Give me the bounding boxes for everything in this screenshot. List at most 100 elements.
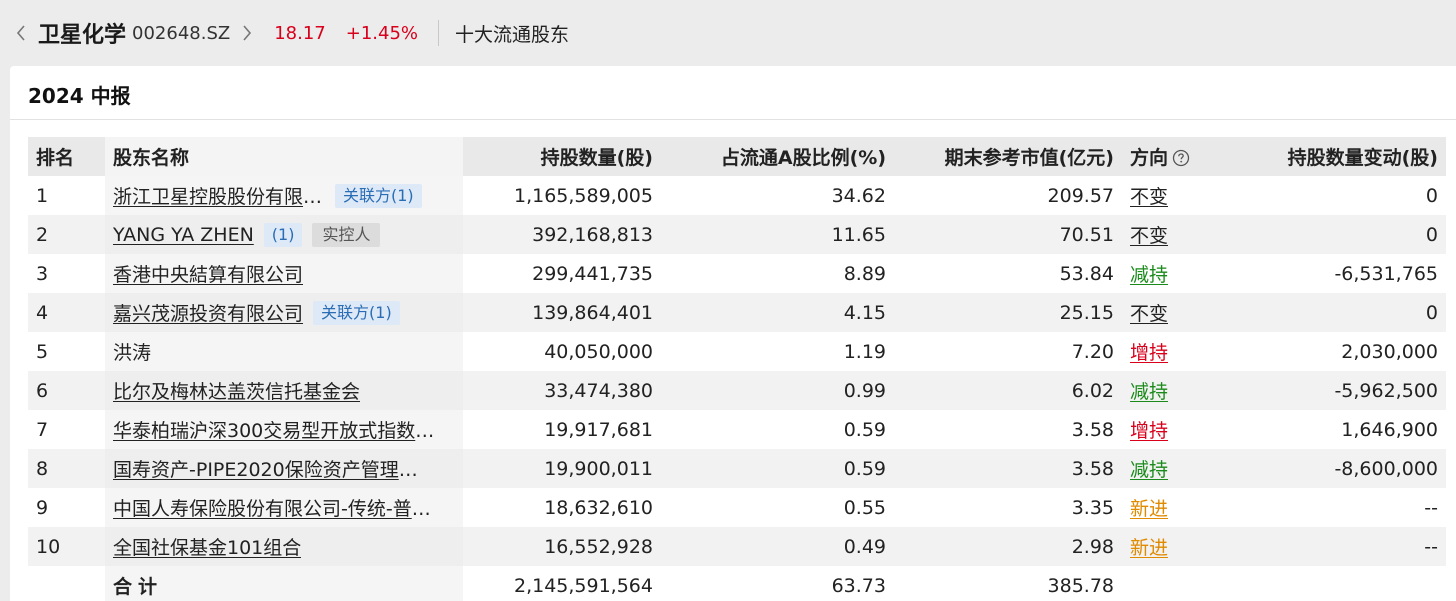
ratio-cell: 4.15 — [661, 293, 894, 332]
value-cell: 209.57 — [1047, 184, 1114, 207]
rank-cell: 1 — [36, 184, 49, 207]
total-value-cell: 385.78 — [1047, 574, 1114, 597]
direction-link[interactable]: 减持 — [1130, 264, 1168, 286]
related-party-tag[interactable]: 关联方(1) — [335, 183, 422, 208]
change-cell: -6,531,765 — [1334, 262, 1438, 285]
direction-cell: 减持 — [1122, 371, 1222, 410]
holder-name-cell: 香港中央結算有限公司 — [105, 254, 463, 293]
direction-link[interactable]: 新进 — [1130, 498, 1168, 520]
holder-name-link[interactable]: 香港中央結算有限公司 — [113, 260, 303, 287]
shares-cell: 33,474,380 — [463, 371, 661, 410]
related-count-tag[interactable]: (1) — [263, 222, 303, 247]
holder-name-link[interactable]: 华泰柏瑞沪深300交易型开放式指数证券投资基金 — [113, 416, 435, 443]
rank-cell: 9 — [36, 496, 49, 519]
shares-cell: 1,165,589,005 — [513, 184, 653, 207]
shares-cell: 392,168,813 — [463, 215, 661, 254]
table-row: 2 YANG YA ZHEN (1) 实控人 392,168,813 11.65 7… — [28, 215, 1446, 254]
holder-name-link[interactable]: 国寿资产-PIPE2020保险资产管理产品 — [113, 455, 435, 482]
direction-cell: 不变 — [1122, 176, 1222, 215]
direction-cell: 不变 — [1122, 293, 1222, 332]
chevron-right-icon[interactable] — [240, 21, 254, 45]
col-header-name: 股东名称 — [105, 137, 463, 176]
rank-cell: 7 — [36, 418, 49, 441]
holder-name-cell: 全国社保基金101组合 — [105, 527, 463, 566]
header-divider — [438, 20, 440, 46]
value-cell: 7.20 — [1071, 340, 1114, 363]
value-cell: 6.02 — [894, 371, 1122, 410]
direction-link[interactable]: 减持 — [1130, 459, 1168, 481]
shares-cell: 19,917,681 — [544, 418, 653, 441]
ratio-cell: 0.55 — [843, 496, 886, 519]
value-cell: 70.51 — [894, 215, 1122, 254]
stock-name: 卫星化学 — [38, 23, 127, 48]
rank-cell: 6 — [28, 371, 105, 410]
holder-name-link[interactable]: 浙江卫星控股股份有限公司 — [113, 182, 325, 209]
page-title: 十大流通股东 — [455, 23, 570, 46]
col-header-direction: 方向 — [1122, 137, 1222, 176]
holder-name-cell: 浙江卫星控股股份有限公司 关联方(1) — [105, 176, 463, 215]
direction-link[interactable]: 减持 — [1130, 381, 1168, 403]
rank-cell: 3 — [36, 262, 49, 285]
holders-panel: 2024 中报 排名 股东名称 持股数量(股) 占流通A股比例(%) 期末参考市… — [10, 66, 1456, 601]
direction-cell: 增持 — [1122, 332, 1222, 371]
holder-name-cell: YANG YA ZHEN (1) 实控人 — [105, 215, 463, 254]
direction-cell: 新进 — [1122, 488, 1222, 527]
shares-cell: 19,900,011 — [463, 449, 661, 488]
table-row: 9 中国人寿保险股份有限公司-传统-普通保险产品 18,632,610 0.55… — [28, 488, 1446, 527]
total-ratio-cell: 63.73 — [831, 574, 886, 597]
stock-price: 18.17 — [274, 22, 326, 44]
holder-name-cell: 中国人寿保险股份有限公司-传统-普通保险产品 — [105, 488, 463, 527]
stock-code: 002648.SZ — [132, 22, 231, 44]
rank-cell: 8 — [28, 449, 105, 488]
holder-name: 洪涛 — [113, 342, 152, 364]
holder-name-cell: 洪涛 — [105, 332, 463, 371]
holder-name-link[interactable]: 嘉兴茂源投资有限公司 — [113, 299, 303, 326]
holder-name-link[interactable]: 中国人寿保险股份有限公司-传统-普通保险产品 — [113, 494, 435, 521]
direction-link[interactable]: 新进 — [1130, 537, 1168, 559]
holder-name-link[interactable]: 全国社保基金101组合 — [113, 533, 301, 560]
top-holders-table: 排名 股东名称 持股数量(股) 占流通A股比例(%) 期末参考市值(亿元) 方向… — [28, 137, 1446, 601]
table-row: 8 国寿资产-PIPE2020保险资产管理产品 19,900,011 0.59 … — [28, 449, 1446, 488]
table-row: 10 全国社保基金101组合 16,552,928 0.49 2.98 新进 -… — [28, 527, 1446, 566]
back-chevron-icon[interactable] — [12, 21, 30, 45]
holder-name-link[interactable]: 比尔及梅林达盖茨信托基金会 — [113, 377, 360, 404]
holder-name-cell: 比尔及梅林达盖茨信托基金会 — [105, 371, 463, 410]
col-header-change[interactable]: 持股数量变动(股) — [1222, 137, 1446, 176]
change-cell: -- — [1424, 496, 1438, 519]
direction-link[interactable]: 增持 — [1130, 420, 1168, 442]
table-row: 1 浙江卫星控股股份有限公司 关联方(1) 1,165,589,005 34.62… — [28, 176, 1446, 215]
report-period-title: 2024 中报 — [28, 84, 131, 108]
shares-cell: 299,441,735 — [532, 262, 653, 285]
help-circle-icon[interactable] — [1172, 149, 1190, 167]
rank-cell: 2 — [28, 215, 105, 254]
ratio-cell: 8.89 — [843, 262, 886, 285]
rank-cell: 10 — [28, 527, 105, 566]
controller-tag: 实控人 — [312, 222, 381, 247]
col-header-ratio[interactable]: 占流通A股比例(%) — [661, 137, 894, 176]
holder-name-cell: 国寿资产-PIPE2020保险资产管理产品 — [105, 449, 463, 488]
ratio-cell: 11.65 — [661, 215, 894, 254]
total-label-cell: 合计 — [105, 566, 463, 601]
direction-cell: 新进 — [1122, 527, 1222, 566]
direction-header-label: 方向 — [1130, 147, 1169, 169]
direction-link[interactable]: 不变 — [1130, 186, 1168, 208]
total-shares-cell: 2,145,591,564 — [513, 574, 653, 597]
direction-link[interactable]: 不变 — [1130, 303, 1168, 325]
table-row: 7 华泰柏瑞沪深300交易型开放式指数证券投资基金 19,917,681 0.5… — [28, 410, 1446, 449]
change-cell: 0 — [1425, 184, 1438, 207]
shares-cell: 16,552,928 — [463, 527, 661, 566]
direction-link[interactable]: 不变 — [1130, 225, 1168, 247]
direction-cell: 增持 — [1122, 410, 1222, 449]
change-cell: 0 — [1222, 215, 1446, 254]
total-change-cell — [1222, 566, 1446, 601]
top-bar: 卫星化学 002648.SZ 18.17 +1.45% 十大流通股东 — [0, 0, 1456, 66]
direction-cell: 减持 — [1122, 254, 1222, 293]
value-cell: 3.58 — [1071, 418, 1114, 441]
col-header-value[interactable]: 期末参考市值(亿元) — [894, 137, 1122, 176]
direction-link[interactable]: 增持 — [1130, 342, 1168, 364]
related-party-tag[interactable]: 关联方(1) — [313, 300, 400, 325]
direction-cell: 不变 — [1122, 215, 1222, 254]
holder-name-link[interactable]: YANG YA ZHEN — [113, 224, 254, 246]
col-header-shares[interactable]: 持股数量(股) — [463, 137, 661, 176]
value-cell: 53.84 — [1059, 262, 1114, 285]
